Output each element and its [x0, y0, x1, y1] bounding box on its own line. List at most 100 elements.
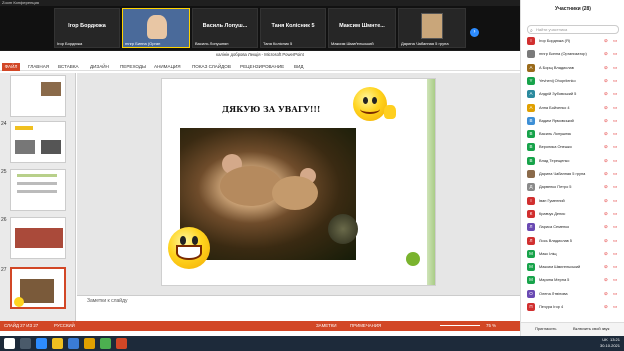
slide-thumbnail[interactable] [10, 121, 66, 163]
camera-off-icon[interactable]: ▭ [613, 277, 617, 283]
mic-muted-icon[interactable]: ⊘ [604, 131, 608, 137]
mic-muted-icon[interactable]: ⊘ [604, 105, 608, 111]
windows-start-icon[interactable] [4, 338, 15, 349]
search-icon[interactable] [20, 338, 31, 349]
chevron-right-icon[interactable]: › [470, 28, 479, 37]
mic-muted-icon[interactable]: ⊘ [604, 224, 608, 230]
camera-off-icon[interactable]: ▭ [613, 78, 617, 84]
participant-row[interactable]: В Вадим Ярмовський ⊘ ▭ [525, 116, 623, 127]
participant-row[interactable]: П Печура Ігор 4 ⊘ ▭ [525, 302, 623, 313]
camera-off-icon[interactable]: ▭ [613, 171, 617, 177]
mic-muted-icon[interactable]: ⊘ [604, 211, 608, 217]
participant-search-input[interactable]: ⌕ Найти участника [527, 25, 619, 34]
mic-muted-icon[interactable]: ⊘ [604, 198, 608, 204]
tab-insert[interactable]: ВСТАВКА [58, 64, 79, 69]
participant-row[interactable]: А Анна Бойченко 4 ⊘ ▭ [525, 103, 623, 114]
video-tile[interactable]: Таня Колісник 5 Таня Колісник 5 [260, 8, 326, 48]
explorer-icon[interactable] [52, 338, 63, 349]
slide-canvas[interactable]: ДЯКУЮ ЗА УВАГУ!!! [161, 78, 436, 286]
participant-row[interactable]: А Андрій Зубовський 5 ⊘ ▭ [525, 89, 623, 100]
participant-row[interactable]: Д Дарвенко Петро 5 ⊘ ▭ [525, 182, 623, 193]
participant-row[interactable]: В Влад Терещенко ⊘ ▭ [525, 156, 623, 167]
mic-muted-icon[interactable]: ⊘ [604, 238, 608, 244]
clock-time[interactable]: 13:21 [610, 337, 620, 342]
tab-animation[interactable]: АНИМАЦИЯ [154, 64, 181, 69]
mic-muted-icon[interactable]: ⊘ [604, 277, 608, 283]
participant-row[interactable]: Y Yevhenij Ohopriienko ⊘ ▭ [525, 76, 623, 87]
camera-off-icon[interactable]: ▭ [613, 38, 617, 44]
camera-off-icon[interactable]: ▭ [613, 144, 617, 150]
participant-row[interactable]: I Ігор Бордюжа (Я) ⊘ ▭ [525, 36, 623, 47]
camera-off-icon[interactable]: ▭ [613, 291, 617, 297]
language-indicator[interactable]: UK [602, 337, 608, 342]
comments-toggle[interactable]: ПРИМЕЧАНИЯ [350, 323, 381, 328]
grinning-smiley-icon[interactable] [168, 227, 210, 269]
mic-muted-icon[interactable]: ⊘ [604, 144, 608, 150]
participant-row[interactable]: А А Борщ Владислав ⊘ ▭ [525, 63, 623, 74]
tab-slideshow[interactable]: ПОКАЗ СЛАЙДОВ [192, 64, 231, 69]
mic-muted-icon[interactable]: ⊘ [604, 118, 608, 124]
camera-off-icon[interactable]: ▭ [613, 211, 617, 217]
participant-row[interactable]: Дарина Чабанная 5 група ⊘ ▭ [525, 169, 623, 180]
slide-thumbnail[interactable] [10, 217, 66, 259]
participant-row[interactable]: mnrp Бинна (Организатор) ⊘ ▭ [525, 49, 623, 60]
participant-row[interactable]: В Вероника Онешко ⊘ ▭ [525, 142, 623, 153]
camera-off-icon[interactable]: ▭ [613, 51, 617, 57]
clock-date[interactable]: 30.10.2021 [600, 343, 620, 348]
mic-muted-icon[interactable]: ⊘ [604, 91, 608, 97]
video-tile[interactable]: Василь Лопуш... Василь Лопушнян [192, 8, 258, 48]
tab-transitions[interactable]: ПЕРЕХОДЫ [120, 64, 146, 69]
camera-off-icon[interactable]: ▭ [613, 91, 617, 97]
mic-muted-icon[interactable]: ⊘ [604, 65, 608, 71]
mic-muted-icon[interactable]: ⊘ [604, 158, 608, 164]
invite-button[interactable]: Пригласить [535, 326, 556, 331]
participant-row[interactable]: І Іван Гуменний ⊘ ▭ [525, 196, 623, 207]
mic-muted-icon[interactable]: ⊘ [604, 51, 608, 57]
video-tile[interactable]: Максим Шмнте... Максим Шмиґельський [328, 8, 396, 48]
language-status[interactable]: РУССКИЙ [54, 323, 75, 328]
viber-icon[interactable] [68, 338, 79, 349]
camera-off-icon[interactable]: ▭ [613, 65, 617, 71]
tab-home[interactable]: ГЛАВНАЯ [28, 64, 49, 69]
slide-thumbnail-selected[interactable] [10, 267, 66, 309]
mic-muted-icon[interactable]: ⊘ [604, 184, 608, 190]
chrome-icon[interactable] [100, 338, 111, 349]
tab-design[interactable]: ДИЗАЙН [90, 64, 109, 69]
video-tile[interactable]: Ігор Бордюжа Ігор Бордюжа [54, 8, 120, 48]
camera-off-icon[interactable]: ▭ [613, 158, 617, 164]
zoom-level[interactable]: 75 % [486, 323, 496, 328]
camera-off-icon[interactable]: ▭ [613, 238, 617, 244]
participant-row[interactable]: М Максим Шмигельський ⊘ ▭ [525, 262, 623, 273]
participant-row[interactable]: Л Лось Владислав 5 ⊘ ▭ [525, 236, 623, 247]
mic-muted-icon[interactable]: ⊘ [604, 264, 608, 270]
smiley-icon[interactable] [353, 87, 387, 121]
camera-off-icon[interactable]: ▭ [613, 131, 617, 137]
camera-off-icon[interactable]: ▭ [613, 118, 617, 124]
mic-muted-icon[interactable]: ⊘ [604, 38, 608, 44]
zoom-slider[interactable] [440, 325, 480, 326]
notes-toggle[interactable]: ЗАМЕТКИ [316, 323, 337, 328]
mic-muted-icon[interactable]: ⊘ [604, 171, 608, 177]
zoom-app-icon[interactable] [36, 338, 47, 349]
mic-muted-icon[interactable]: ⊘ [604, 78, 608, 84]
tab-file[interactable]: ФАЙЛ [2, 63, 20, 71]
participant-row[interactable]: Л Лариса Семенко ⊘ ▭ [525, 222, 623, 233]
camera-off-icon[interactable]: ▭ [613, 304, 617, 310]
camera-off-icon[interactable]: ▭ [613, 184, 617, 190]
unmute-self-button[interactable]: Включить свой звук [573, 326, 609, 331]
app-icon[interactable] [84, 338, 95, 349]
notes-pane[interactable]: Заметки к слайду [77, 295, 520, 321]
participant-row[interactable]: В Василь Лопушняк ⊘ ▭ [525, 129, 623, 140]
video-tile[interactable]: Дарина Чабанная 5 група [398, 8, 466, 48]
slide-title[interactable]: ДЯКУЮ ЗА УВАГУ!!! [222, 104, 320, 114]
camera-off-icon[interactable]: ▭ [613, 251, 617, 257]
participant-row[interactable]: О Олена Лтвінова ⊘ ▭ [525, 289, 623, 300]
mic-muted-icon[interactable]: ⊘ [604, 291, 608, 297]
mic-muted-icon[interactable]: ⊘ [604, 304, 608, 310]
participant-row[interactable]: М Макс Іліщ ⊘ ▭ [525, 249, 623, 260]
camera-off-icon[interactable]: ▭ [613, 264, 617, 270]
tab-review[interactable]: РЕЦЕНЗИРОВАНИЕ [240, 64, 284, 69]
slide-thumbnail[interactable] [10, 169, 66, 211]
participant-row[interactable]: К Кравчук Денис ⊘ ▭ [525, 209, 623, 220]
camera-off-icon[interactable]: ▭ [613, 224, 617, 230]
